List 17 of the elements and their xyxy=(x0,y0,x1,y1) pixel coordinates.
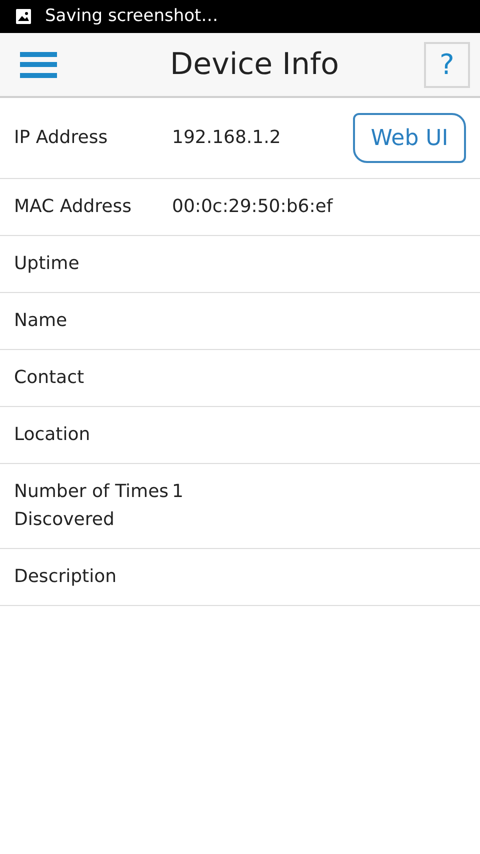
web-ui-button[interactable]: Web UI xyxy=(353,113,466,163)
field-label: Uptime xyxy=(14,252,80,276)
image-icon xyxy=(16,9,31,24)
field-label: IP Address xyxy=(14,126,109,150)
field-label: Description xyxy=(14,565,118,589)
menu-icon[interactable] xyxy=(20,50,57,80)
field-value: 192.168.1.2 xyxy=(172,126,281,150)
field-value: 00:0c:29:50:b6:ef xyxy=(172,195,333,219)
field-label: MAC Address xyxy=(14,195,133,219)
field-label: Location xyxy=(14,423,92,447)
field-label: Contact xyxy=(14,366,86,390)
field-label: Number of Times Discovered xyxy=(14,480,170,532)
notification-text: Saving screenshot… xyxy=(45,4,218,28)
field-value: 1 xyxy=(172,480,184,504)
field-label: Name xyxy=(14,309,68,333)
screen-title: Device Info xyxy=(170,46,339,84)
help-button[interactable]: ? xyxy=(424,42,470,88)
